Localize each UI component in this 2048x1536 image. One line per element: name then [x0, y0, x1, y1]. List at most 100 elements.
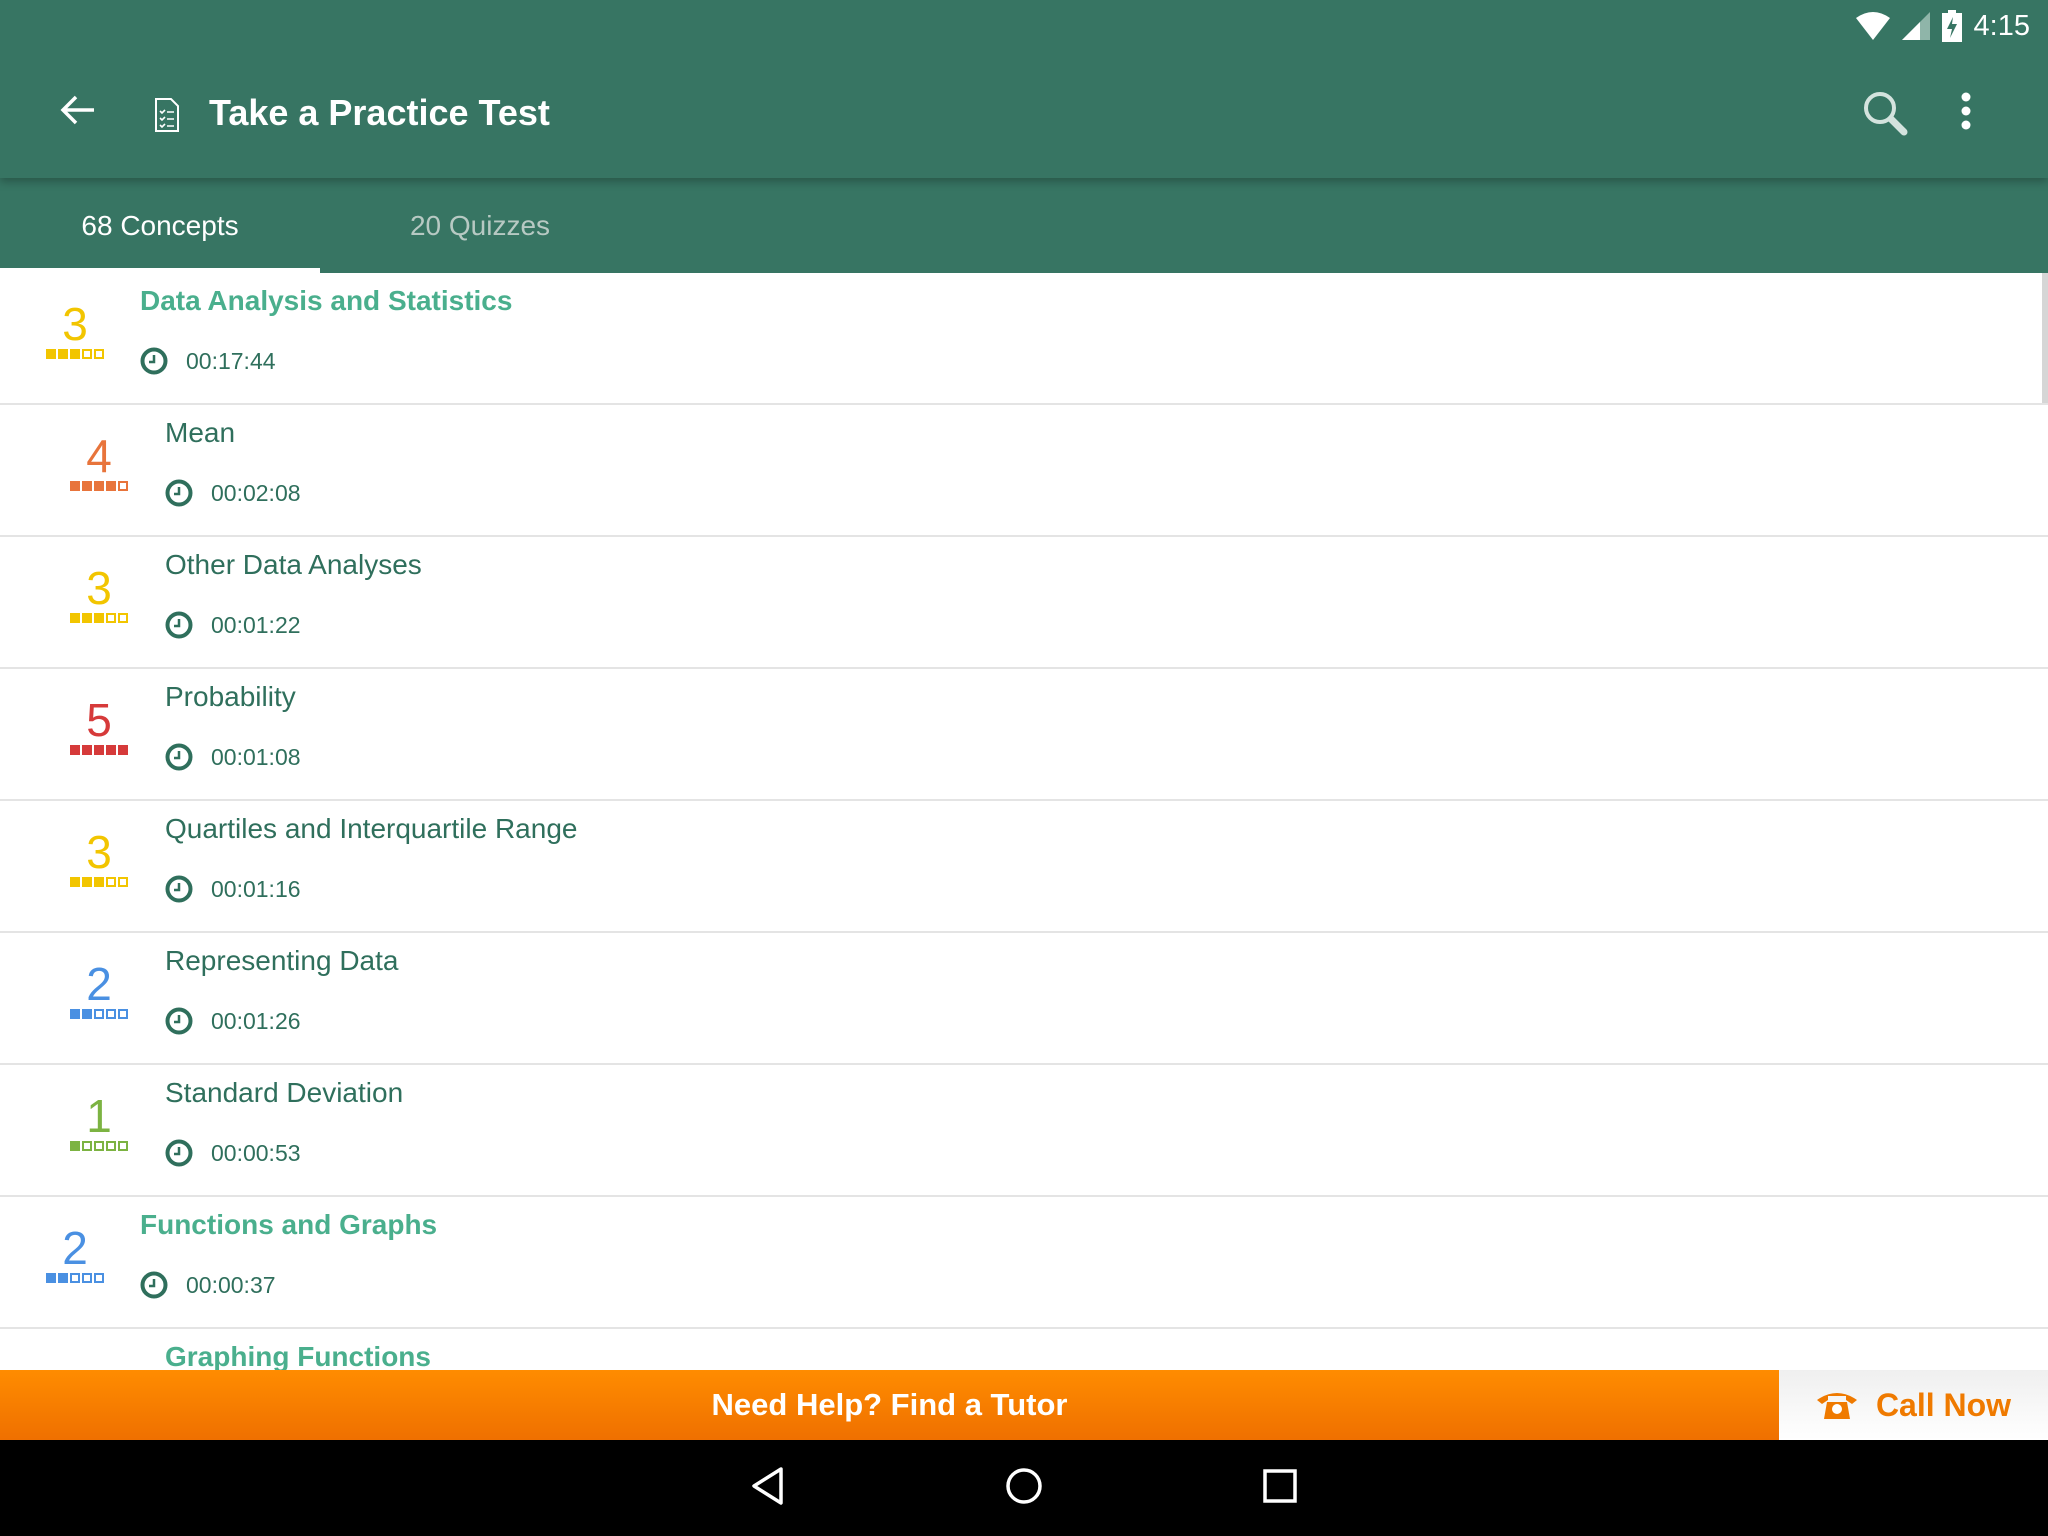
level-meter [68, 613, 130, 623]
level-square [82, 1009, 92, 1019]
list-item[interactable]: 3 Quartiles and Interquartile Range 00:01:… [0, 801, 2048, 933]
level-meter [68, 1141, 130, 1151]
tab-concepts[interactable]: 68 Concepts [0, 178, 320, 273]
level-square [106, 745, 116, 755]
level-square [70, 877, 80, 887]
list-item[interactable]: 3 Other Data Analyses 00:01:22 [0, 537, 2048, 669]
level-number: 1 [86, 1090, 112, 1142]
back-triangle-icon[interactable] [750, 1466, 784, 1506]
tab-indicator [0, 268, 320, 273]
level-square [70, 1273, 80, 1283]
home-circle-icon[interactable] [1004, 1466, 1044, 1506]
level-meter [44, 349, 106, 359]
item-duration: 00:01:08 [165, 743, 301, 771]
list-item[interactable]: 2 Representing Data 00:01:26 [0, 933, 2048, 1065]
item-duration: 00:00:37 [140, 1271, 276, 1299]
status-bar: 4:15 [1855, 8, 2030, 44]
scrollbar[interactable] [2042, 273, 2048, 403]
item-title: Graphing Functions [165, 1341, 431, 1370]
tab-quizzes[interactable]: 20 Quizzes [320, 178, 640, 273]
level-square [94, 349, 104, 359]
level-square [82, 613, 92, 623]
level-square [70, 349, 80, 359]
level-square [82, 1273, 92, 1283]
duration-text: 00:01:16 [211, 875, 301, 902]
level-square [106, 613, 116, 623]
clock-icon [165, 611, 193, 639]
item-title: Functions and Graphs [140, 1209, 438, 1240]
system-nav-bar [0, 1440, 2048, 1536]
level-square [94, 613, 104, 623]
level-badge: 2 [44, 1225, 106, 1283]
item-title: Probability [165, 681, 296, 712]
duration-text: 00:01:08 [211, 743, 301, 770]
level-square [82, 1141, 92, 1151]
level-square [106, 1009, 116, 1019]
level-badge: 5 [68, 697, 130, 755]
list-item[interactable]: 2 Functions and Graphs 00:00:37 [0, 1197, 2048, 1329]
list-item[interactable]: 5 Probability 00:01:08 [0, 669, 2048, 801]
back-arrow-icon[interactable] [60, 94, 96, 126]
level-square [46, 349, 56, 359]
clock-icon [165, 479, 193, 507]
level-square [46, 1273, 56, 1283]
level-number: 2 [62, 1222, 88, 1274]
clock-icon [165, 1007, 193, 1035]
call-now-label: Call Now [1875, 1386, 2012, 1423]
duration-text: 00:00:37 [186, 1271, 276, 1298]
duration-text: 00:01:22 [211, 611, 301, 638]
level-badge: 3 [68, 829, 130, 887]
clock-icon [140, 347, 168, 375]
wifi-icon [1855, 12, 1890, 40]
level-square [70, 481, 80, 491]
app-bar: 4:15 Take a Practice Test [0, 0, 2048, 178]
level-badge: 1 [68, 1093, 130, 1151]
duration-text: 00:01:26 [211, 1007, 301, 1034]
level-square [94, 877, 104, 887]
tab-label: 68 Concepts [81, 209, 239, 241]
more-vert-icon[interactable] [1960, 92, 1972, 130]
clock-icon [165, 875, 193, 903]
concept-list: 3 Data Analysis and Statistics 00:17:44 4 Me… [0, 273, 2048, 1370]
level-badge: 3 [44, 301, 106, 359]
level-square [94, 481, 104, 491]
list-item[interactable]: 4 Mean 00:02:08 [0, 405, 2048, 537]
level-square [58, 1273, 68, 1283]
level-number: 3 [62, 298, 88, 350]
item-title: Quartiles and Interquartile Range [165, 813, 578, 844]
list-item[interactable]: 3 Data Analysis and Statistics 00:17:44 [0, 273, 2048, 405]
item-duration: 00:17:44 [140, 347, 276, 375]
item-title: Standard Deviation [165, 1077, 404, 1108]
item-title: Representing Data [165, 945, 399, 976]
signal-icon [1901, 12, 1930, 40]
list-item[interactable]: 1 Standard Deviation 00:00:53 [0, 1065, 2048, 1197]
level-square [118, 1141, 128, 1151]
duration-text: 00:00:53 [211, 1139, 301, 1166]
find-tutor-button[interactable]: Need Help? Find a Tutor [0, 1370, 1779, 1440]
level-square [82, 745, 92, 755]
phone-icon [1816, 1393, 1857, 1419]
level-square [94, 1273, 104, 1283]
level-square [118, 1009, 128, 1019]
page-title: Take a Practice Test [209, 92, 550, 133]
item-title: Other Data Analyses [165, 549, 422, 580]
level-badge: 2 [68, 961, 130, 1019]
search-icon[interactable] [1862, 90, 1908, 136]
level-square [118, 745, 128, 755]
level-square [70, 745, 80, 755]
level-meter [68, 1009, 130, 1019]
list-item[interactable]: Graphing Functions [0, 1329, 2048, 1370]
call-now-button[interactable]: Call Now [1779, 1370, 2048, 1440]
level-badge: 4 [68, 433, 130, 491]
item-duration: 00:01:26 [165, 1007, 301, 1035]
level-number: 4 [86, 430, 112, 482]
recents-square-icon[interactable] [1262, 1466, 1298, 1506]
clock-icon [165, 1139, 193, 1167]
level-square [118, 613, 128, 623]
level-square [118, 877, 128, 887]
clock-icon [140, 1271, 168, 1299]
battery-charging-icon [1941, 10, 1962, 42]
level-square [94, 1009, 104, 1019]
item-duration: 00:01:22 [165, 611, 301, 639]
tab-bar: 68 Concepts 20 Quizzes [0, 178, 2048, 273]
